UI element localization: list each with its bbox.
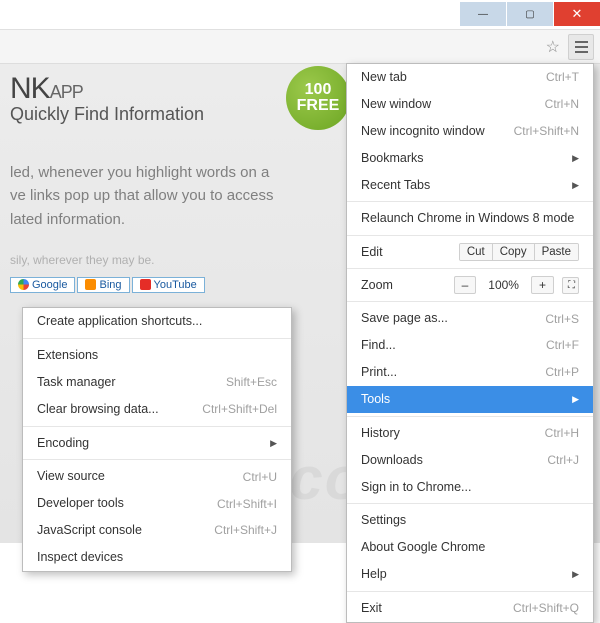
menu-separator [347,235,593,236]
submenu-js-console[interactable]: JavaScript consoleCtrl+Shift+J [23,517,291,544]
window-minimize-button[interactable]: — [460,2,506,26]
menu-exit[interactable]: ExitCtrl+Shift+Q [347,595,593,622]
menu-print[interactable]: Print...Ctrl+P [347,359,593,386]
menu-signin[interactable]: Sign in to Chrome... [347,474,593,501]
google-icon [18,279,29,290]
menu-separator [23,426,291,427]
bing-icon [85,279,96,290]
menu-zoom-row: Zoom – 100% + ⛶ [347,272,593,298]
submenu-create-shortcuts[interactable]: Create application shortcuts... [23,308,291,335]
search-youtube-button[interactable]: YouTube [132,277,205,293]
zoom-value: 100% [484,278,523,292]
menu-new-window[interactable]: New windowCtrl+N [347,91,593,118]
chrome-menu-button[interactable] [568,34,594,60]
window-titlebar: — ▢ ✕ [0,0,600,30]
submenu-view-source[interactable]: View sourceCtrl+U [23,463,291,490]
bookmark-star-icon[interactable]: ☆ [546,37,560,57]
menu-find[interactable]: Find...Ctrl+F [347,332,593,359]
menu-recent-tabs[interactable]: Recent Tabs▶ [347,172,593,199]
menu-tools[interactable]: Tools▶ [347,386,593,413]
submenu-task-manager[interactable]: Task managerShift+Esc [23,369,291,396]
menu-edit-label: Edit [361,245,451,259]
chevron-right-icon: ▶ [572,393,579,405]
menu-separator [23,338,291,339]
chevron-right-icon: ▶ [270,437,277,449]
edit-paste-button[interactable]: Paste [534,244,578,260]
menu-about[interactable]: About Google Chrome [347,534,593,561]
zoom-out-button[interactable]: – [454,276,477,294]
menu-separator [347,201,593,202]
menu-relaunch-win8[interactable]: Relaunch Chrome in Windows 8 mode [347,205,593,232]
menu-save-page[interactable]: Save page as...Ctrl+S [347,305,593,332]
menu-separator [347,301,593,302]
chevron-right-icon: ▶ [572,568,579,580]
tools-submenu: Create application shortcuts... Extensio… [22,307,292,572]
submenu-inspect-devices[interactable]: Inspect devices [23,544,291,571]
menu-separator [23,459,291,460]
menu-bookmarks[interactable]: Bookmarks▶ [347,145,593,172]
browser-toolbar: ☆ [0,30,600,64]
submenu-encoding[interactable]: Encoding▶ [23,430,291,457]
submenu-clear-data[interactable]: Clear browsing data...Ctrl+Shift+Del [23,396,291,423]
menu-edit-row: Edit Cut Copy Paste [347,239,593,265]
search-google-button[interactable]: Google [10,277,75,293]
youtube-icon [140,279,151,290]
menu-separator [347,591,593,592]
menu-history[interactable]: HistoryCtrl+H [347,420,593,447]
menu-zoom-label: Zoom [361,278,446,292]
search-bing-button[interactable]: Bing [77,277,129,293]
edit-copy-button[interactable]: Copy [492,244,534,260]
menu-settings[interactable]: Settings [347,507,593,534]
submenu-developer-tools[interactable]: Developer toolsCtrl+Shift+I [23,490,291,517]
menu-help[interactable]: Help▶ [347,561,593,588]
menu-new-incognito[interactable]: New incognito windowCtrl+Shift+N [347,118,593,145]
menu-separator [347,268,593,269]
hero-description: led, whenever you highlight words on a v… [10,161,320,231]
zoom-in-button[interactable]: + [531,276,554,294]
window-close-button[interactable]: ✕ [554,2,600,26]
chrome-main-menu: New tabCtrl+T New windowCtrl+N New incog… [346,63,594,623]
edit-cut-button[interactable]: Cut [460,244,492,260]
menu-separator [347,416,593,417]
menu-new-tab[interactable]: New tabCtrl+T [347,64,593,91]
free-badge: 100 FREE [286,66,350,130]
chevron-right-icon: ▶ [572,152,579,164]
menu-separator [347,503,593,504]
submenu-extensions[interactable]: Extensions [23,342,291,369]
menu-downloads[interactable]: DownloadsCtrl+J [347,447,593,474]
window-maximize-button[interactable]: ▢ [507,2,553,26]
fullscreen-button[interactable]: ⛶ [562,277,579,294]
chevron-right-icon: ▶ [572,179,579,191]
